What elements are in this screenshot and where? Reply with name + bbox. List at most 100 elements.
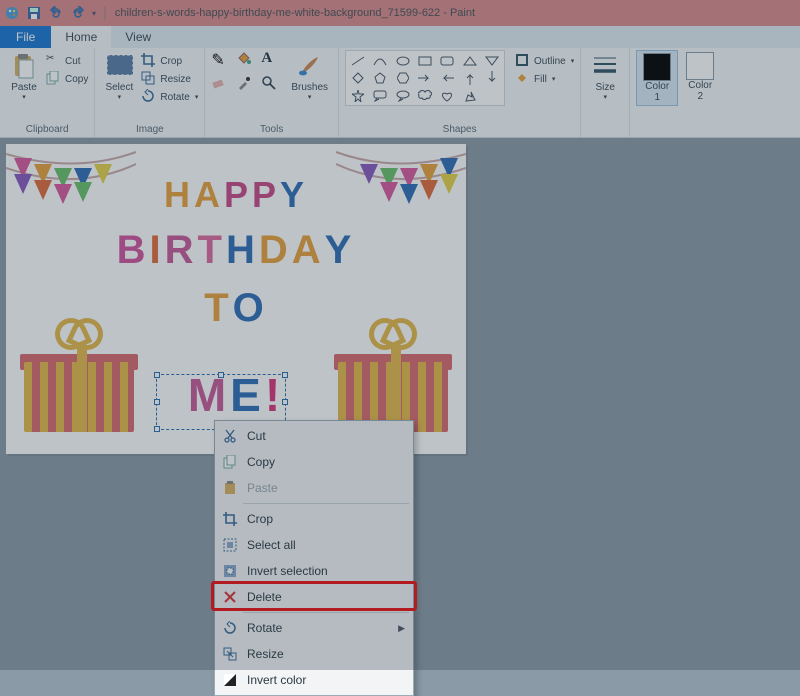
scissors-icon: ✂ bbox=[46, 53, 62, 69]
context-menu-resize[interactable]: Resize bbox=[217, 641, 411, 667]
undo-icon[interactable] bbox=[48, 5, 64, 21]
context-menu-separator bbox=[243, 612, 409, 613]
window-title-app: Paint bbox=[450, 7, 475, 19]
brush-icon bbox=[296, 52, 324, 80]
title-separator: │ bbox=[102, 7, 109, 19]
gift-box-decoration bbox=[338, 322, 448, 432]
fill-tool-icon[interactable] bbox=[236, 50, 258, 72]
context-menu-label: Delete bbox=[247, 590, 282, 604]
shapes-gallery[interactable] bbox=[345, 50, 505, 106]
ribbon-group-colors: Color 1 Color 2 bbox=[630, 48, 724, 137]
context-menu-separator bbox=[243, 503, 409, 504]
chevron-down-icon: ▾ bbox=[118, 93, 122, 101]
ribbon-group-clipboard: Paste ▾ ✂Cut Copy Clipboard bbox=[0, 48, 95, 137]
ribbon: Paste ▾ ✂Cut Copy Clipboard Select ▾ Cro… bbox=[0, 48, 800, 138]
context-menu-delete[interactable]: Delete bbox=[217, 584, 411, 610]
redo-icon[interactable] bbox=[70, 5, 86, 21]
context-menu-label: Paste bbox=[247, 481, 278, 495]
paste-label: Paste bbox=[11, 82, 37, 93]
qat-dropdown-icon[interactable]: ▾ bbox=[92, 9, 96, 18]
rotate-icon bbox=[221, 619, 239, 637]
tab-view[interactable]: View bbox=[111, 26, 165, 48]
chevron-down-icon: ▾ bbox=[603, 93, 607, 101]
clipboard-group-label: Clipboard bbox=[6, 124, 88, 137]
context-menu-copy[interactable]: Copy bbox=[217, 449, 411, 475]
context-menu-crop[interactable]: Crop bbox=[217, 506, 411, 532]
scissors-icon bbox=[221, 427, 239, 445]
canvas-text-line1: HAPPY bbox=[6, 174, 466, 216]
context-menu-invertsel[interactable]: Invert selection bbox=[217, 558, 411, 584]
cut-button[interactable]: ✂Cut bbox=[46, 52, 88, 70]
context-menu-cut[interactable]: Cut bbox=[217, 423, 411, 449]
crop-icon bbox=[221, 510, 239, 528]
rotate-icon bbox=[141, 89, 157, 105]
context-menu-invertcolor[interactable]: Invert color bbox=[217, 667, 411, 693]
canvas-area: HAPPY BIRTHDAY TO ME! bbox=[0, 138, 800, 454]
context-menu-label: Select all bbox=[247, 538, 296, 552]
copy-icon bbox=[46, 71, 62, 87]
resize-icon bbox=[221, 645, 239, 663]
eraser-tool-icon[interactable] bbox=[211, 75, 233, 97]
context-menu-paste: Paste bbox=[217, 475, 411, 501]
titlebar: ▾ │ children-s-words-happy-birthday-me-w… bbox=[0, 0, 800, 26]
crop-button[interactable]: Crop bbox=[141, 52, 198, 70]
outline-icon bbox=[515, 53, 531, 69]
tab-file[interactable]: File bbox=[0, 26, 51, 48]
crop-icon bbox=[141, 53, 157, 69]
context-menu-label: Invert color bbox=[247, 673, 306, 687]
image-group-label: Image bbox=[101, 124, 198, 137]
paste-icon bbox=[10, 52, 38, 80]
paint-logo-icon bbox=[4, 5, 20, 21]
resize-icon bbox=[141, 71, 157, 87]
canvas-text-line2: BIRTHDAY bbox=[6, 226, 466, 273]
tab-home[interactable]: Home bbox=[51, 26, 111, 48]
rotate-button[interactable]: Rotate▾ bbox=[141, 88, 198, 106]
color2-swatch bbox=[686, 52, 714, 80]
picker-tool-icon[interactable] bbox=[236, 75, 258, 97]
select-all-icon bbox=[221, 536, 239, 554]
context-menu-rotate[interactable]: Rotate ▶ bbox=[217, 615, 411, 641]
copy-button[interactable]: Copy bbox=[46, 70, 88, 88]
context-menu-label: Crop bbox=[247, 512, 273, 526]
fill-icon bbox=[515, 71, 531, 87]
shape-outline-button[interactable]: Outline▾ bbox=[515, 52, 574, 70]
window-title-filename: children-s-words-happy-birthday-me-white… bbox=[115, 7, 440, 19]
tools-group-label: Tools bbox=[211, 124, 332, 137]
color1-button[interactable]: Color 1 bbox=[636, 50, 678, 106]
select-icon bbox=[105, 52, 133, 80]
color1-swatch bbox=[643, 53, 671, 81]
color2-button[interactable]: Color 2 bbox=[682, 50, 718, 104]
paste-button[interactable]: Paste ▾ bbox=[6, 50, 42, 103]
delete-icon bbox=[221, 588, 239, 606]
copy-icon bbox=[221, 453, 239, 471]
context-menu-label: Resize bbox=[247, 647, 284, 661]
size-icon bbox=[591, 52, 619, 80]
invert-selection-icon bbox=[221, 562, 239, 580]
context-menu-label: Cut bbox=[247, 429, 266, 443]
ribbon-tabs: File Home View bbox=[0, 26, 800, 48]
invert-color-icon bbox=[221, 671, 239, 689]
context-menu-label: Rotate bbox=[247, 621, 282, 635]
paste-icon bbox=[221, 479, 239, 497]
size-button[interactable]: Size ▾ bbox=[587, 50, 623, 103]
context-menu-selectall[interactable]: Select all bbox=[217, 532, 411, 558]
chevron-down-icon: ▾ bbox=[308, 93, 312, 101]
context-menu: Cut Copy Paste Crop Select all Invert selecti… bbox=[214, 420, 414, 696]
resize-button[interactable]: Resize bbox=[141, 70, 198, 88]
shape-fill-button[interactable]: Fill▾ bbox=[515, 70, 574, 88]
zoom-tool-icon[interactable] bbox=[261, 75, 283, 97]
text-tool-icon[interactable]: A bbox=[261, 50, 283, 72]
ribbon-group-shapes: Outline▾ Fill▾ Shapes bbox=[339, 48, 581, 137]
chevron-down-icon: ▾ bbox=[22, 93, 26, 101]
ribbon-group-image: Select ▾ Crop Resize Rotate▾ Image bbox=[95, 48, 205, 137]
ribbon-group-size: Size ▾ bbox=[581, 48, 630, 137]
brushes-button[interactable]: Brushes ▾ bbox=[287, 50, 332, 103]
select-button[interactable]: Select ▾ bbox=[101, 50, 137, 103]
shapes-group-label: Shapes bbox=[345, 124, 574, 137]
ribbon-group-tools: ✎ A Brushes ▾ Tools bbox=[205, 48, 339, 137]
save-icon[interactable] bbox=[26, 5, 42, 21]
chevron-right-icon: ▶ bbox=[398, 623, 405, 634]
pencil-tool-icon[interactable]: ✎ bbox=[211, 50, 233, 72]
context-menu-label: Copy bbox=[247, 455, 275, 469]
canvas[interactable]: HAPPY BIRTHDAY TO ME! bbox=[6, 144, 466, 454]
